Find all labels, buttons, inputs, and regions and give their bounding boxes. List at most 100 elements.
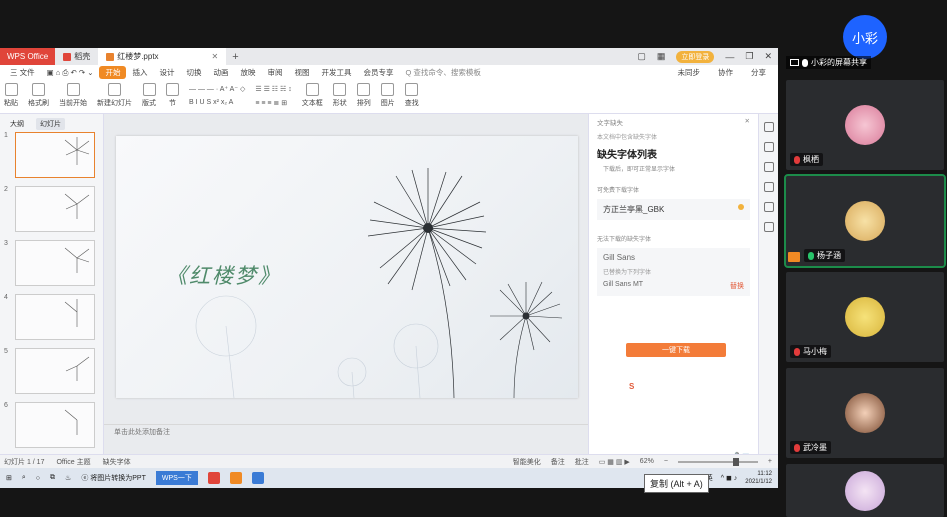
tab-outline[interactable]: 大纲: [6, 118, 28, 130]
menu-bar: 三 文件 ▣ ⌂ ⎙ ↶ ↷ ⌄ 开始 插入 设计 切换 动画 放映 审阅 视图…: [0, 65, 778, 80]
sogou-icon[interactable]: S: [629, 382, 634, 391]
replacement-font[interactable]: Gill Sans MT 替换: [603, 276, 744, 291]
comments-button[interactable]: 批注: [575, 457, 589, 467]
arrange-button[interactable]: 排列: [357, 83, 371, 108]
participant-host[interactable]: 小彩 小彩的屏幕共享: [786, 0, 944, 74]
font-item[interactable]: 方正兰亭黑_GBK: [597, 199, 750, 220]
rail-icon-1[interactable]: [763, 122, 774, 132]
current-slide[interactable]: 《红楼梦》: [116, 136, 578, 398]
paste-button[interactable]: 粘贴: [4, 83, 18, 108]
tab-document[interactable]: 红楼梦.pptx ✕: [98, 48, 227, 65]
status-bar: 幻灯片 1 / 17 Office 主题 缺失字体 智能美化 备注 批注 ▭ ▦…: [0, 454, 778, 468]
minimize-icon[interactable]: —: [725, 52, 734, 62]
avatar: [845, 470, 885, 511]
clock[interactable]: 11:12 2021/1/12: [745, 470, 772, 486]
new-slide-button[interactable]: 新建幻灯片: [97, 83, 132, 108]
slide-thumbnail[interactable]: 2: [4, 186, 100, 240]
close-window-icon[interactable]: ✕: [764, 51, 772, 62]
tray-icons[interactable]: ^ ◼ ♪: [721, 474, 738, 482]
slide-thumbnail[interactable]: 5: [4, 348, 100, 402]
zoom-slider[interactable]: [677, 457, 758, 466]
layout-button[interactable]: 版式: [142, 83, 156, 108]
tab-wps-home[interactable]: WPS Office: [0, 48, 56, 65]
rail-icon-4[interactable]: [763, 182, 774, 192]
menu-slideshow[interactable]: 放映: [234, 67, 261, 78]
tab-docer[interactable]: 稻壳: [55, 48, 98, 65]
font-controls[interactable]: — — — · A⁺ A⁻ ◇ B I U S x² x₂ A: [189, 83, 245, 106]
share-button[interactable]: 分享: [745, 67, 772, 78]
notes-placeholder[interactable]: 单击此处添加备注: [104, 424, 588, 438]
rail-icon-2[interactable]: [763, 142, 774, 152]
command-search[interactable]: Q 查找命令、搜索模板: [399, 67, 486, 78]
picture-button[interactable]: 图片: [381, 83, 395, 108]
participant-tile[interactable]: [786, 464, 944, 517]
task-view-icon[interactable]: ○: [36, 475, 40, 482]
menu-transition[interactable]: 切换: [180, 67, 207, 78]
arrange-icon: [357, 83, 371, 96]
collab-button[interactable]: 协作: [712, 67, 739, 78]
menu-file[interactable]: 三 文件: [4, 67, 41, 78]
search-icon[interactable]: ⌕: [22, 474, 26, 482]
participant-tile[interactable]: 杨子涵: [784, 174, 946, 268]
copy-tooltip: 复制 (Alt + A): [644, 474, 709, 493]
menu-start[interactable]: 开始: [99, 66, 127, 79]
menu-insert[interactable]: 插入: [126, 67, 153, 78]
play-from-start-button[interactable]: 当前开始: [59, 83, 87, 108]
section-icon: [166, 83, 179, 96]
zoom-out-button[interactable]: −: [664, 458, 668, 465]
close-tab-icon[interactable]: ✕: [212, 52, 219, 61]
menu-animation[interactable]: 动画: [207, 67, 234, 78]
new-tab-button[interactable]: +: [226, 51, 244, 63]
zoom-thumb[interactable]: [732, 457, 739, 466]
rail-icon-6[interactable]: [763, 222, 774, 232]
participant-tile[interactable]: 枫栖: [786, 80, 944, 170]
wps-taskbar-button[interactable]: WPS一下: [155, 471, 198, 485]
pinned-app-icon[interactable]: ♨: [65, 474, 71, 482]
view-modes[interactable]: ▭ ▦ ▥ ▶: [599, 458, 630, 466]
font-item-name: 方正兰亭黑_GBK: [603, 205, 665, 214]
start-icon[interactable]: ⊞: [6, 474, 12, 482]
rail-icon-5[interactable]: [763, 202, 774, 212]
edge-app[interactable]: ⓔ 将图片转换为PPT: [81, 473, 146, 483]
slide-thumbnail[interactable]: 4: [4, 294, 100, 348]
participant-tile[interactable]: 武冷墨: [786, 368, 944, 458]
slide-thumbnail[interactable]: 6: [4, 402, 100, 456]
menu-member[interactable]: 会员专享: [357, 67, 399, 78]
beautify-button[interactable]: 智能美化: [513, 457, 541, 467]
zoom-in-button[interactable]: +: [768, 458, 772, 465]
pinned-app-icon[interactable]: ⧉: [50, 474, 55, 482]
menu-developer[interactable]: 开发工具: [315, 67, 357, 78]
participant-tile[interactable]: 马小梅: [786, 272, 944, 362]
paragraph-controls[interactable]: ☰ ☰ ☷ ☵ ↕ ≡ ≡ ≡ ≣ ⊞: [255, 83, 291, 107]
menu-design[interactable]: 设计: [153, 67, 180, 78]
menu-review[interactable]: 审阅: [261, 67, 288, 78]
slide-title[interactable]: 《红楼梦》: [166, 260, 281, 290]
menu-toolbar-icons[interactable]: ▣ ⌂ ⎙ ↶ ↷ ⌄: [41, 68, 100, 78]
format-painter-button[interactable]: 格式刷: [28, 83, 49, 108]
slide-thumbnails: 1 2 3 4 5 6: [4, 132, 100, 456]
slide-thumbnail[interactable]: 3: [4, 240, 100, 294]
meeting-screen: WPS Office 稻壳 红楼梦.pptx ✕ + ▢ ▦ 立即登录 — ❐ …: [0, 0, 947, 517]
rail-icon-3[interactable]: [763, 162, 774, 172]
maximize-icon[interactable]: ❐: [745, 51, 753, 62]
apps-icon[interactable]: ▦: [657, 51, 666, 62]
ppt-app-icon[interactable]: [229, 472, 242, 484]
menu-view[interactable]: 视图: [288, 67, 315, 78]
missing-font-status[interactable]: 缺失字体: [103, 457, 131, 467]
close-pane-icon[interactable]: ✕: [745, 117, 750, 127]
shape-button[interactable]: 形状: [333, 83, 347, 108]
meeting-app-icon[interactable]: [251, 472, 264, 484]
notes-button[interactable]: 备注: [551, 457, 565, 467]
replace-button[interactable]: 替换: [730, 281, 744, 291]
slide-thumbnail[interactable]: 1: [4, 132, 100, 186]
textbox-button[interactable]: 文本框: [302, 83, 323, 108]
tab-slides[interactable]: 幻灯片: [36, 118, 65, 130]
layout-icon[interactable]: ▢: [637, 51, 646, 62]
section-button[interactable]: 节: [166, 83, 179, 108]
sync-status[interactable]: 未同步: [672, 67, 707, 78]
paste-label: 粘贴: [4, 100, 18, 107]
download-all-button[interactable]: 一键下载: [626, 343, 726, 357]
find-button[interactable]: 查找: [405, 83, 419, 108]
login-button[interactable]: 立即登录: [676, 50, 715, 63]
office-app-icon[interactable]: [207, 472, 220, 484]
